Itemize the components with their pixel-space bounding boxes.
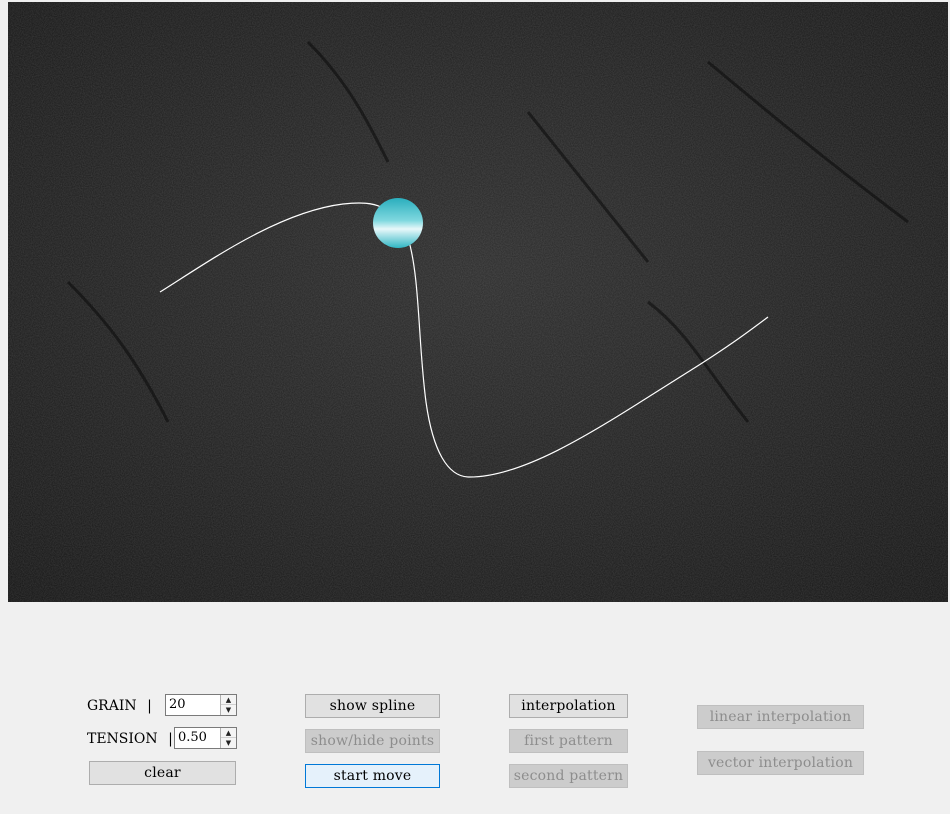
show-hide-points-button[interactable]: show/hide points [305,729,440,753]
drawing-canvas[interactable] [8,2,948,602]
tension-stepper[interactable]: ▲ ▼ [220,728,236,748]
tension-spinbox[interactable]: 0.50 ▲ ▼ [174,727,237,749]
spin-down-icon[interactable]: ▼ [221,705,236,715]
spin-down-icon[interactable]: ▼ [221,738,236,748]
tension-value[interactable]: 0.50 [178,730,207,745]
grain-value[interactable]: 20 [169,697,186,712]
grain-stepper[interactable]: ▲ ▼ [220,695,236,715]
linear-interpolation-button[interactable]: linear interpolation [697,705,864,729]
spin-up-icon[interactable]: ▲ [221,695,236,705]
grain-label: GRAIN | [87,698,152,714]
start-move-button[interactable]: start move [305,764,440,788]
clear-button[interactable]: clear [89,761,236,785]
canvas-svg [8,2,948,602]
show-spline-button[interactable]: show spline [305,694,440,718]
vector-interpolation-button[interactable]: vector interpolation [697,751,864,775]
second-pattern-button[interactable]: second pattern [509,764,628,788]
moving-ball[interactable] [373,198,423,248]
interpolation-button[interactable]: interpolation [509,694,628,718]
spin-up-icon[interactable]: ▲ [221,728,236,738]
grain-spinbox[interactable]: 20 ▲ ▼ [165,694,237,716]
first-pattern-button[interactable]: first pattern [509,729,628,753]
stone-grain [8,2,948,602]
tension-label: TENSION | [87,731,173,747]
